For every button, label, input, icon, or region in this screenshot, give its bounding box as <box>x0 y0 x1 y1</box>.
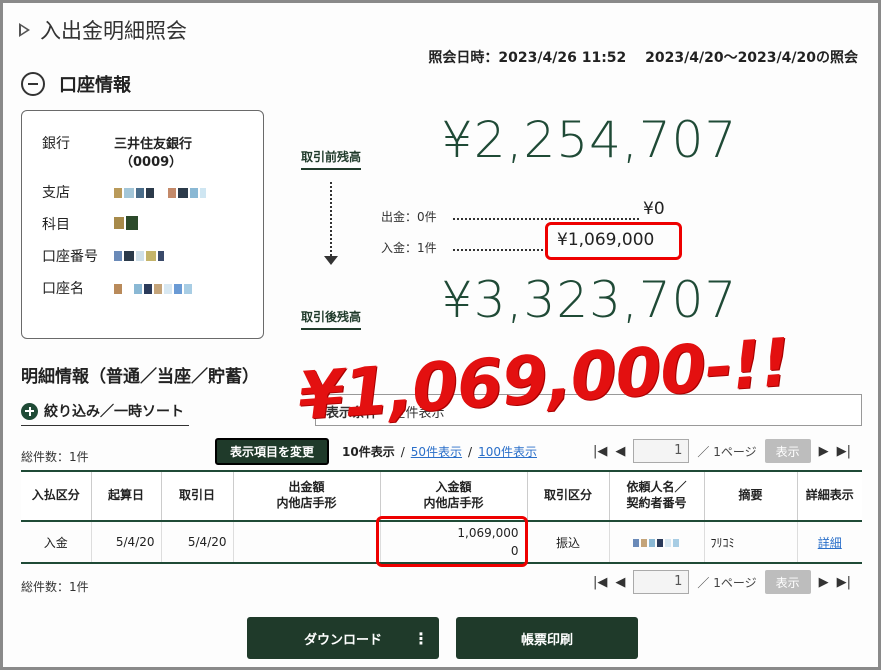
per-page-100-link[interactable]: 100件表示 <box>478 443 537 460</box>
table-header-row: 入払区分 起算日 取引日 出金額 内他店手形 入金額 内他店手形 取引区分 依頼… <box>21 470 862 522</box>
col-header-memo: 摘要 <box>703 470 797 522</box>
detail-link[interactable]: 詳細 <box>818 536 842 550</box>
details-heading: 明細情報（普通／当座／貯蓄） <box>21 367 259 387</box>
col-header-detail: 詳細表示 <box>796 470 862 522</box>
per-page-separator: / <box>468 444 473 459</box>
more-options-icon[interactable]: ⋮ <box>413 629 429 648</box>
account-section-heading: 口座情報 <box>59 75 131 96</box>
account-value-bank: 三井住友銀行 <box>114 137 193 152</box>
account-value-branch-redacted <box>114 185 208 200</box>
next-page-icon[interactable]: ▶ <box>819 575 829 590</box>
col-header-requester: 依頼人名／ 契約者番号 <box>608 470 704 522</box>
withdraw-label: 出金：0件 <box>381 210 437 224</box>
per-page-50-link[interactable]: 50件表示 <box>411 443 462 460</box>
per-page-selector: 10件表示 / 50件表示 / 100件表示 <box>342 443 537 460</box>
account-label-name: 口座名 <box>42 281 84 297</box>
account-section-toggle[interactable]: 口座情報 <box>21 71 131 97</box>
account-value-number-redacted <box>114 248 166 263</box>
flow-arrow-line <box>330 182 332 260</box>
download-button[interactable]: ダウンロード ⋮ <box>247 617 439 659</box>
page-title-area: 入出金明細照会 <box>19 15 187 45</box>
page-number-input[interactable]: 1 <box>633 570 690 594</box>
deposit-leader-dots <box>453 249 543 251</box>
deposit-cell-highlight-box <box>376 516 528 567</box>
arrow-down-icon <box>324 256 338 265</box>
triangle-icon <box>19 23 30 37</box>
col-header-value-date: 起算日 <box>90 470 161 522</box>
deposit-label: 入金：1件 <box>381 241 437 255</box>
per-page-10: 10件表示 <box>342 445 395 459</box>
cell-withdraw <box>232 521 380 564</box>
pager-top: |◀ ◀ 1 ／ 1ページ 表示 ▶ ▶| <box>593 439 851 463</box>
total-count-bottom: 総件数：1件 <box>21 580 89 594</box>
account-value-bank-code: （0009） <box>120 155 183 170</box>
cell-requester-redacted <box>608 521 704 564</box>
col-header-category: 取引区分 <box>526 470 609 522</box>
first-page-icon[interactable]: |◀ <box>593 575 607 590</box>
account-value-subject-redacted <box>114 215 140 230</box>
window-frame: 入出金明細照会 照会日時：2023/4/26 11:52 2023/4/20〜2… <box>0 0 881 670</box>
pager-bottom: |◀ ◀ 1 ／ 1ページ 表示 ▶ ▶| <box>593 570 851 594</box>
balance-after-amount: ¥3,323,707 <box>441 271 738 329</box>
page-number-input[interactable]: 1 <box>633 439 690 463</box>
filter-sort-label: 絞り込み／一時ソート <box>44 404 184 420</box>
change-columns-button[interactable]: 表示項目を変更 <box>215 438 329 465</box>
balance-before-label: 取引前残高 <box>301 148 362 170</box>
show-page-button[interactable]: 表示 <box>764 570 811 594</box>
inquiry-info: 照会日時：2023/4/26 11:52 2023/4/20〜2023/4/20… <box>424 47 858 67</box>
col-header-deposit: 入金額 内他店手形 <box>379 470 527 522</box>
col-header-withdraw: 出金額 内他店手形 <box>232 470 380 522</box>
page-total: ／ 1ページ <box>697 444 757 459</box>
page-title: 入出金明細照会 <box>40 19 187 43</box>
collapse-icon[interactable] <box>21 72 45 96</box>
col-header-trade-date: 取引日 <box>160 470 233 522</box>
cell-value-date: 5/4/20 <box>90 521 161 564</box>
last-page-icon[interactable]: ▶| <box>837 575 851 590</box>
page-total: ／ 1ページ <box>697 575 757 590</box>
per-page-separator: / <box>400 444 405 459</box>
withdraw-leader-dots <box>453 218 639 220</box>
cell-memo: ﾌﾘｺﾐ <box>703 521 797 564</box>
download-button-label: ダウンロード <box>303 632 382 648</box>
balance-before-amount: ¥2,254,707 <box>441 111 738 169</box>
next-page-icon[interactable]: ▶ <box>819 444 829 459</box>
prev-page-icon[interactable]: ◀ <box>615 444 625 459</box>
plus-icon <box>21 402 38 420</box>
cell-category: 振込 <box>526 521 609 564</box>
total-count-top: 総件数：1件 <box>21 450 89 464</box>
last-page-icon[interactable]: ▶| <box>837 444 851 459</box>
account-label-branch: 支店 <box>42 185 70 201</box>
inquiry-range: 2023/4/20〜2023/4/20の照会 <box>645 50 858 66</box>
account-info-box: 銀行 三井住友銀行 （0009） 支店 科目 口座番号 口座名 <box>21 110 264 339</box>
withdraw-amount: ¥0 <box>643 199 665 219</box>
first-page-icon[interactable]: |◀ <box>593 444 607 459</box>
deposit-amount: ¥1,069,000 <box>557 230 655 250</box>
account-label-subject: 科目 <box>42 217 70 233</box>
account-label-bank: 銀行 <box>42 136 70 152</box>
balance-after-label: 取引後残高 <box>301 308 362 330</box>
cell-type: 入金 <box>21 521 91 564</box>
account-value-name-redacted <box>114 281 194 296</box>
inquiry-datetime: 照会日時：2023/4/26 11:52 <box>428 50 627 66</box>
account-label-number: 口座番号 <box>42 249 98 265</box>
show-page-button[interactable]: 表示 <box>764 439 811 463</box>
col-header-type: 入払区分 <box>21 470 91 522</box>
cell-detail: 詳細 <box>796 521 862 564</box>
prev-page-icon[interactable]: ◀ <box>615 575 625 590</box>
filter-sort-toggle[interactable]: 絞り込み／一時ソート <box>21 401 189 426</box>
print-report-button[interactable]: 帳票印刷 <box>456 617 638 659</box>
cell-trade-date: 5/4/20 <box>160 521 233 564</box>
